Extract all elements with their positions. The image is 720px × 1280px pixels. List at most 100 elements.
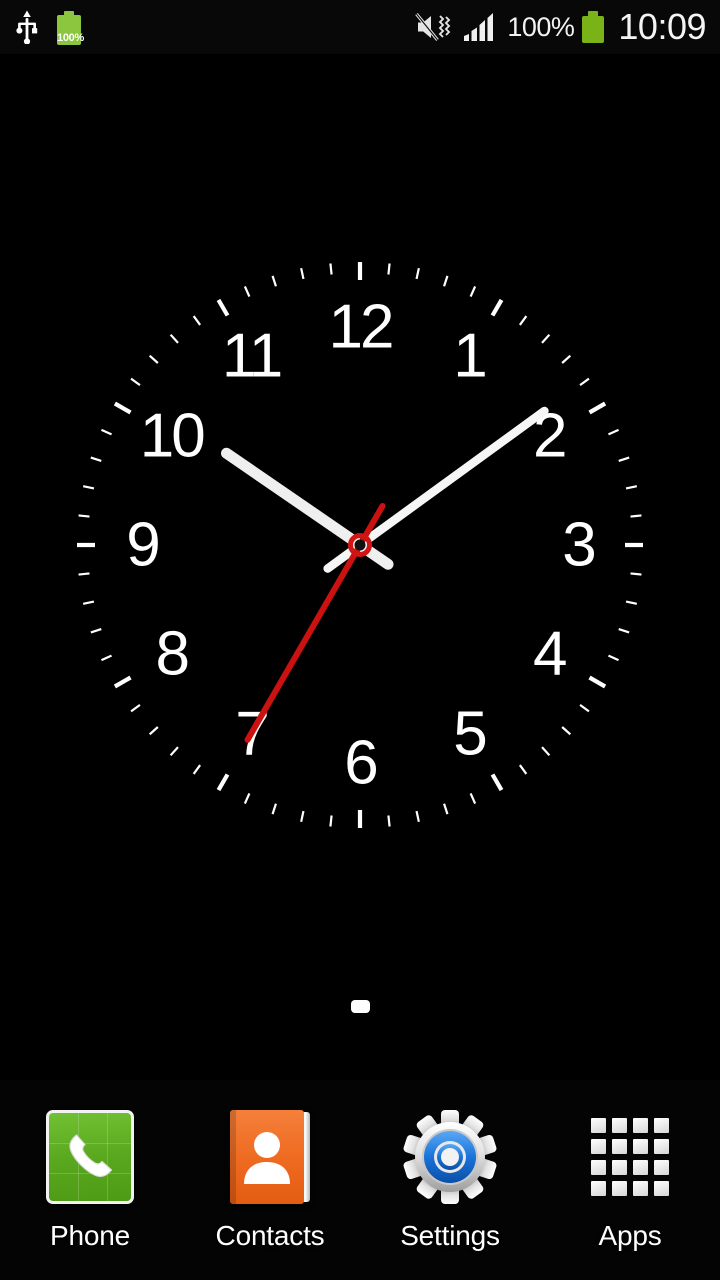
clock-tick-minute	[387, 815, 391, 827]
clock-tick-minute	[243, 793, 251, 804]
dock-item-settings[interactable]: Settings	[370, 1108, 530, 1252]
clock-tick-minute	[608, 654, 619, 662]
battery-body-right	[582, 16, 605, 43]
clock-numeral: 5	[453, 699, 485, 768]
clock-tick-minute	[90, 456, 102, 462]
dock-item-contacts[interactable]: Contacts	[190, 1108, 350, 1252]
app-grid-cell	[591, 1160, 606, 1175]
signal-bars-icon	[463, 12, 497, 42]
clock-tick-hour	[113, 675, 132, 689]
app-grid-cell	[633, 1139, 648, 1154]
clock-tick-minute	[443, 275, 449, 287]
clock-numeral: 6	[344, 729, 376, 798]
clock-tick-minute	[300, 267, 305, 280]
clock-numeral: 3	[562, 511, 594, 580]
clock-tick-minute	[130, 377, 141, 387]
dock-label-apps: Apps	[598, 1220, 662, 1251]
app-grid-cell	[633, 1118, 648, 1133]
app-grid-cell	[654, 1160, 669, 1175]
clock-center-dot	[354, 539, 366, 551]
clock-tick-minute	[82, 485, 95, 490]
clock-tick-minute	[443, 803, 449, 815]
status-bar[interactable]: 100% 100% 10:09	[0, 0, 720, 54]
clock-tick-minute	[271, 275, 277, 287]
apps-icon-wrap	[581, 1108, 679, 1206]
clock-tick-minute	[561, 726, 572, 736]
app-grid-cell	[612, 1181, 627, 1196]
battery-icon-left: 100%	[56, 9, 84, 45]
app-grid-cell	[591, 1118, 606, 1133]
app-grid-cell	[633, 1181, 648, 1196]
clock-numeral: 4	[533, 620, 566, 689]
clock-tick-minute	[618, 456, 630, 462]
clock-tick-minute	[541, 333, 551, 344]
clock-tick-hour	[588, 401, 607, 415]
clock-tick-minute	[329, 263, 333, 275]
phone-icon-wrap	[41, 1108, 139, 1206]
clock-face: 121234567891011	[77, 262, 643, 828]
clock-tick-minute	[192, 764, 202, 775]
page-indicator-dot[interactable]	[350, 1000, 370, 1013]
settings-icon-wrap	[401, 1108, 499, 1206]
clock-tick-minute	[192, 315, 202, 326]
clock-tick-minute	[630, 572, 642, 576]
clock-tick-minute	[579, 377, 590, 387]
clock-tick-minute	[469, 286, 477, 297]
app-grid-cell	[591, 1139, 606, 1154]
dock-label-phone: Phone	[50, 1220, 130, 1251]
status-bar-left-group: 100%	[14, 9, 84, 45]
clock-tick-minute	[90, 628, 102, 634]
clock-tick-minute	[78, 572, 90, 576]
clock-tick-hour	[216, 773, 230, 792]
clock-tick-hour	[588, 675, 607, 689]
app-grid-cell	[612, 1139, 627, 1154]
clock-tick-minute	[101, 654, 112, 662]
app-grid-cell	[633, 1160, 648, 1175]
clock-tick-minute	[518, 315, 528, 326]
dock-label-settings: Settings	[400, 1220, 500, 1251]
clock-tick-minute	[608, 428, 619, 436]
clock-tick-minute	[415, 810, 420, 823]
clock-tick-minute	[625, 485, 638, 490]
clock-tick-minute	[625, 600, 638, 605]
status-bar-clock: 10:09	[618, 6, 706, 47]
clock-tick-minute	[78, 514, 90, 518]
page-indicator[interactable]	[0, 1000, 720, 1013]
usb-icon	[14, 10, 40, 44]
clock-tick-hour	[216, 298, 230, 317]
clock-tick-minute	[579, 703, 590, 713]
app-grid-cell	[612, 1160, 627, 1175]
clock-tick-minute	[271, 803, 277, 815]
dock-label-contacts: Contacts	[215, 1220, 325, 1251]
app-grid-icon	[591, 1118, 669, 1196]
clock-numeral: 10	[140, 402, 204, 471]
clock-numeral: 8	[155, 620, 187, 689]
clock-tick-hour	[490, 298, 504, 317]
clock-tick-minute	[618, 628, 630, 634]
battery-percent-label: 100%	[507, 11, 575, 42]
phone-handset-icon	[46, 1110, 134, 1204]
analog-clock-widget[interactable]: 121234567891011	[60, 245, 660, 845]
clock-tick-minute	[148, 726, 159, 736]
clock-numeral: 1	[453, 322, 485, 391]
clock-tick-minute	[101, 428, 112, 436]
app-grid-cell	[654, 1118, 669, 1133]
clock-tick-minute	[561, 354, 572, 364]
clock-tick-minute	[82, 600, 95, 605]
clock-tick-minute	[130, 703, 141, 713]
contacts-book-icon	[230, 1110, 310, 1204]
clock-tick-minute	[415, 267, 420, 280]
battery-percent-overlay: 100%	[57, 32, 84, 44]
app-grid-cell	[591, 1181, 606, 1196]
dock-item-phone[interactable]: Phone	[10, 1108, 170, 1252]
dock-item-apps[interactable]: Apps	[550, 1108, 710, 1252]
clock-tick-minute	[169, 333, 179, 344]
clock-tick-minute	[469, 793, 477, 804]
mute-vibrate-icon	[415, 11, 453, 43]
battery-body: 100%	[57, 11, 84, 45]
app-grid-cell	[654, 1181, 669, 1196]
clock-numeral: 12	[329, 293, 392, 362]
clock-tick-hour	[490, 773, 504, 792]
app-grid-cell	[612, 1118, 627, 1133]
battery-icon-right	[582, 11, 605, 43]
